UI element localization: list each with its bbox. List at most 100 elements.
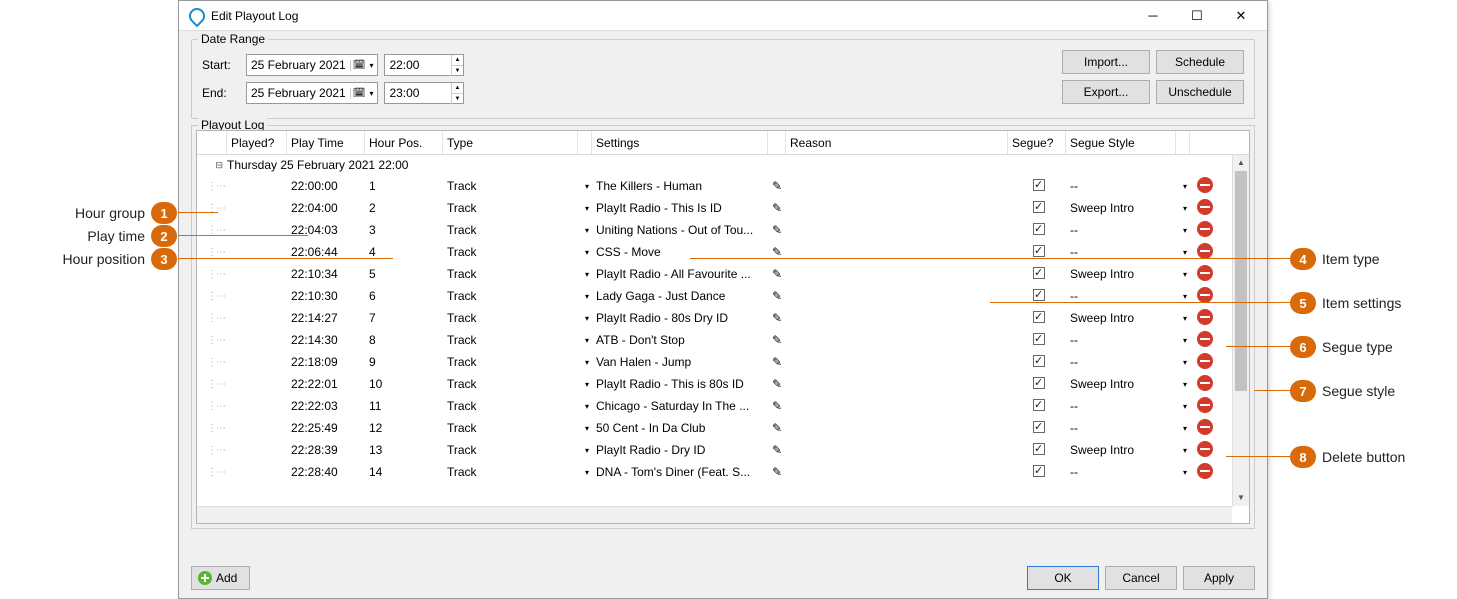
type-dropdown-icon[interactable]: ▾ bbox=[578, 424, 592, 433]
delete-button[interactable] bbox=[1190, 397, 1216, 416]
delete-button[interactable] bbox=[1190, 331, 1216, 350]
delete-button[interactable] bbox=[1190, 309, 1216, 328]
cell-segue[interactable] bbox=[1008, 399, 1066, 414]
delete-button[interactable] bbox=[1190, 463, 1216, 482]
seguestyle-dropdown-icon[interactable]: ▾ bbox=[1176, 204, 1190, 213]
unschedule-button[interactable]: Unschedule bbox=[1156, 80, 1244, 104]
edit-icon[interactable]: ✎ bbox=[768, 333, 786, 347]
cell-segue[interactable] bbox=[1008, 311, 1066, 326]
delete-button[interactable] bbox=[1190, 177, 1216, 196]
export-button[interactable]: Export... bbox=[1062, 80, 1150, 104]
checkbox-icon[interactable] bbox=[1033, 377, 1045, 389]
table-row[interactable]: ⋮⋯22:22:0110Track▾PlayIt Radio - This is… bbox=[197, 373, 1232, 395]
horizontal-scrollbar[interactable] bbox=[197, 506, 1232, 523]
end-date-picker[interactable]: 25 February 2021 🗓 ▾ bbox=[246, 82, 378, 104]
checkbox-icon[interactable] bbox=[1033, 223, 1045, 235]
vertical-scrollbar[interactable]: ▲ ▼ bbox=[1232, 155, 1249, 506]
edit-icon[interactable]: ✎ bbox=[768, 223, 786, 237]
cancel-button[interactable]: Cancel bbox=[1105, 566, 1177, 590]
edit-icon[interactable]: ✎ bbox=[768, 311, 786, 325]
table-row[interactable]: ⋮⋯22:00:001Track▾The Killers - Human✎--▾ bbox=[197, 175, 1232, 197]
cell-segue[interactable] bbox=[1008, 421, 1066, 436]
seguestyle-dropdown-icon[interactable]: ▾ bbox=[1176, 380, 1190, 389]
cell-segue[interactable] bbox=[1008, 443, 1066, 458]
spinner-buttons[interactable]: ▲▼ bbox=[451, 83, 464, 104]
delete-button[interactable] bbox=[1190, 419, 1216, 438]
type-dropdown-icon[interactable]: ▾ bbox=[578, 380, 592, 389]
seguestyle-dropdown-icon[interactable]: ▾ bbox=[1176, 292, 1190, 301]
end-time-picker[interactable]: 23:00 ▲▼ bbox=[384, 82, 464, 104]
start-date-picker[interactable]: 25 February 2021 🗓 ▾ bbox=[246, 54, 378, 76]
checkbox-icon[interactable] bbox=[1033, 355, 1045, 367]
edit-icon[interactable]: ✎ bbox=[768, 421, 786, 435]
edit-icon[interactable]: ✎ bbox=[768, 377, 786, 391]
col-seguestyle-header[interactable]: Segue Style bbox=[1066, 131, 1176, 154]
checkbox-icon[interactable] bbox=[1033, 245, 1045, 257]
table-row[interactable]: ⋮⋯22:14:277Track▾PlayIt Radio - 80s Dry … bbox=[197, 307, 1232, 329]
delete-button[interactable] bbox=[1190, 353, 1216, 372]
edit-icon[interactable]: ✎ bbox=[768, 355, 786, 369]
checkbox-icon[interactable] bbox=[1033, 443, 1045, 455]
seguestyle-dropdown-icon[interactable]: ▾ bbox=[1176, 314, 1190, 323]
calendar-icon[interactable]: 🗓 bbox=[350, 60, 368, 71]
table-row[interactable]: ⋮⋯22:18:099Track▾Van Halen - Jump✎--▾ bbox=[197, 351, 1232, 373]
chevron-down-icon[interactable]: ▾ bbox=[367, 89, 375, 98]
table-row[interactable]: ⋮⋯22:28:4014Track▾DNA - Tom's Diner (Fea… bbox=[197, 461, 1232, 483]
collapse-icon[interactable]: ⊟ bbox=[197, 160, 227, 171]
seguestyle-dropdown-icon[interactable]: ▾ bbox=[1176, 468, 1190, 477]
table-row[interactable]: ⋮⋯22:28:3913Track▾PlayIt Radio - Dry ID✎… bbox=[197, 439, 1232, 461]
type-dropdown-icon[interactable]: ▾ bbox=[578, 446, 592, 455]
delete-button[interactable] bbox=[1190, 265, 1216, 284]
cell-segue[interactable] bbox=[1008, 377, 1066, 392]
edit-icon[interactable]: ✎ bbox=[768, 267, 786, 281]
delete-button[interactable] bbox=[1190, 199, 1216, 218]
edit-icon[interactable]: ✎ bbox=[768, 179, 786, 193]
group-row[interactable]: ⊟Thursday 25 February 2021 22:00 bbox=[197, 155, 1232, 175]
cell-segue[interactable] bbox=[1008, 267, 1066, 282]
apply-button[interactable]: Apply bbox=[1183, 566, 1255, 590]
col-type-header[interactable]: Type bbox=[443, 131, 578, 154]
delete-button[interactable] bbox=[1190, 375, 1216, 394]
checkbox-icon[interactable] bbox=[1033, 465, 1045, 477]
minimize-button[interactable]: ─ bbox=[1131, 2, 1175, 30]
type-dropdown-icon[interactable]: ▾ bbox=[578, 270, 592, 279]
edit-icon[interactable]: ✎ bbox=[768, 289, 786, 303]
checkbox-icon[interactable] bbox=[1033, 333, 1045, 345]
type-dropdown-icon[interactable]: ▾ bbox=[578, 314, 592, 323]
col-settings-header[interactable]: Settings bbox=[592, 131, 768, 154]
chevron-down-icon[interactable]: ▾ bbox=[367, 61, 375, 70]
close-button[interactable]: ✕ bbox=[1219, 2, 1263, 30]
scroll-down-icon[interactable]: ▼ bbox=[1233, 490, 1249, 506]
table-row[interactable]: ⋮⋯22:22:0311Track▾Chicago - Saturday In … bbox=[197, 395, 1232, 417]
type-dropdown-icon[interactable]: ▾ bbox=[578, 292, 592, 301]
cell-segue[interactable] bbox=[1008, 201, 1066, 216]
table-row[interactable]: ⋮⋯22:10:345Track▾PlayIt Radio - All Favo… bbox=[197, 263, 1232, 285]
seguestyle-dropdown-icon[interactable]: ▾ bbox=[1176, 182, 1190, 191]
checkbox-icon[interactable] bbox=[1033, 201, 1045, 213]
import-button[interactable]: Import... bbox=[1062, 50, 1150, 74]
table-row[interactable]: ⋮⋯22:06:444Track▾CSS - Move✎--▾ bbox=[197, 241, 1232, 263]
col-reason-header[interactable]: Reason bbox=[786, 131, 1008, 154]
type-dropdown-icon[interactable]: ▾ bbox=[578, 358, 592, 367]
table-row[interactable]: ⋮⋯22:14:308Track▾ATB - Don't Stop✎--▾ bbox=[197, 329, 1232, 351]
cell-segue[interactable] bbox=[1008, 333, 1066, 348]
seguestyle-dropdown-icon[interactable]: ▾ bbox=[1176, 248, 1190, 257]
col-played-header[interactable]: Played? bbox=[227, 131, 287, 154]
delete-button[interactable] bbox=[1190, 221, 1216, 240]
type-dropdown-icon[interactable]: ▾ bbox=[578, 226, 592, 235]
checkbox-icon[interactable] bbox=[1033, 179, 1045, 191]
seguestyle-dropdown-icon[interactable]: ▾ bbox=[1176, 358, 1190, 367]
seguestyle-dropdown-icon[interactable]: ▾ bbox=[1176, 336, 1190, 345]
spinner-buttons[interactable]: ▲▼ bbox=[451, 55, 464, 76]
table-row[interactable]: ⋮⋯22:04:033Track▾Uniting Nations - Out o… bbox=[197, 219, 1232, 241]
cell-segue[interactable] bbox=[1008, 355, 1066, 370]
ok-button[interactable]: OK bbox=[1027, 566, 1099, 590]
type-dropdown-icon[interactable]: ▾ bbox=[578, 248, 592, 257]
seguestyle-dropdown-icon[interactable]: ▾ bbox=[1176, 446, 1190, 455]
edit-icon[interactable]: ✎ bbox=[768, 443, 786, 457]
checkbox-icon[interactable] bbox=[1033, 399, 1045, 411]
delete-button[interactable] bbox=[1190, 441, 1216, 460]
col-hourpos-header[interactable]: Hour Pos. bbox=[365, 131, 443, 154]
maximize-button[interactable]: ☐ bbox=[1175, 2, 1219, 30]
col-playtime-header[interactable]: Play Time bbox=[287, 131, 365, 154]
